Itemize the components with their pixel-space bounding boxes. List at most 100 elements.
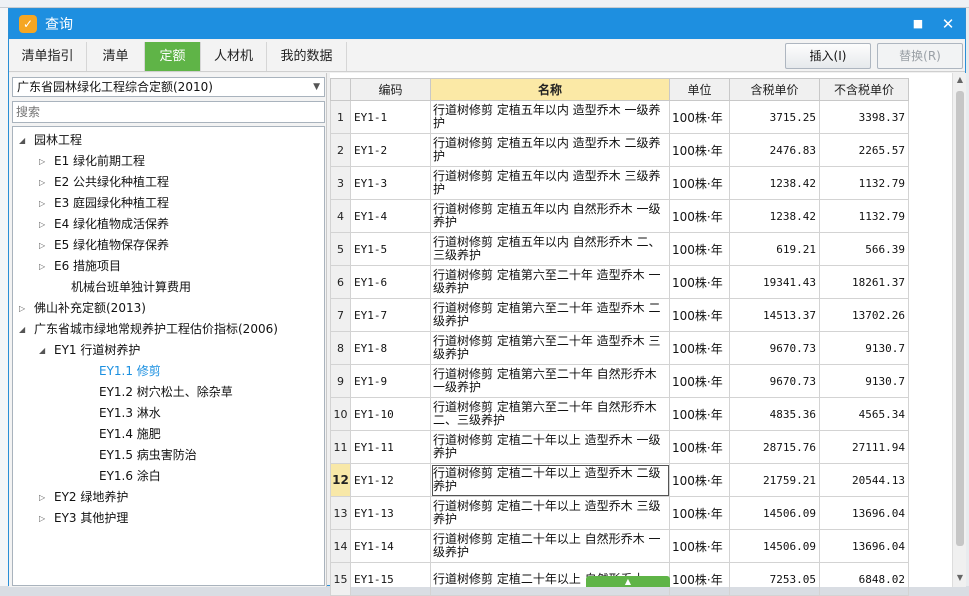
row-number-cell[interactable]: 5: [330, 232, 351, 266]
tax-price-cell[interactable]: 28715.76: [729, 430, 820, 464]
tax-price-cell[interactable]: 4835.36: [729, 397, 820, 431]
notax-price-cell[interactable]: 9130.7: [819, 331, 909, 365]
unit-cell[interactable]: 100株·年: [669, 430, 730, 464]
code-cell[interactable]: EY1-15: [350, 562, 431, 596]
row-number-cell[interactable]: 12: [330, 463, 351, 497]
name-cell[interactable]: 行道树修剪 定植五年以内 造型乔木 一级养护: [430, 100, 670, 134]
code-cell[interactable]: EY1-10: [350, 397, 431, 431]
collapse-arrow-icon[interactable]: ◢: [19, 319, 25, 340]
notax-price-cell[interactable]: 2265.57: [819, 133, 909, 167]
notax-price-cell[interactable]: 27111.94: [819, 430, 909, 464]
notax-price-cell[interactable]: 3398.37: [819, 100, 909, 134]
table-row[interactable]: 13 EY1-13 行道树修剪 定植二十年以上 造型乔木 三级养护 100株·年 145…: [330, 496, 909, 530]
table-row[interactable]: 11 EY1-11 行道树修剪 定植二十年以上 造型乔木 一级养护 100株·年 287…: [330, 430, 909, 464]
unit-cell[interactable]: 100株·年: [669, 265, 730, 299]
row-number-cell[interactable]: 8: [330, 331, 351, 365]
header-unit[interactable]: 单位: [669, 78, 730, 101]
notax-price-cell[interactable]: 13696.04: [819, 496, 909, 530]
tab-list-guide[interactable]: 清单指引: [9, 42, 87, 71]
close-icon[interactable]: ✕: [939, 15, 957, 33]
table-row[interactable]: 5 EY1-5 行道树修剪 定植五年以内 自然形乔木 二、三级养护 100株·年 619…: [330, 232, 909, 266]
tax-price-cell[interactable]: 7253.05: [729, 562, 820, 596]
tab-my-data[interactable]: 我的数据: [267, 42, 347, 71]
scroll-down-icon[interactable]: ▼: [953, 573, 967, 585]
name-cell[interactable]: 行道树修剪 定植第六至二十年 造型乔木 一级养护: [430, 265, 670, 299]
name-cell[interactable]: 行道树修剪 定植第六至二十年 自然形乔木 一级养护: [430, 364, 670, 398]
tax-price-cell[interactable]: 1238.42: [729, 199, 820, 233]
name-cell[interactable]: 行道树修剪 定植第六至二十年 自然形乔木 二、三级养护: [430, 397, 670, 431]
unit-cell[interactable]: 100株·年: [669, 562, 730, 596]
tax-price-cell[interactable]: 9670.73: [729, 364, 820, 398]
dialog-titlebar[interactable]: ✓ 查询 ■ ✕: [9, 9, 965, 39]
grid-scrollbar[interactable]: ▲ ▼: [952, 73, 966, 587]
unit-cell[interactable]: 100株·年: [669, 232, 730, 266]
notax-price-cell[interactable]: 13696.04: [819, 529, 909, 563]
chevron-down-icon[interactable]: ▼: [313, 78, 320, 96]
name-cell[interactable]: 行道树修剪 定植二十年以上 造型乔木 二级养护: [430, 463, 670, 497]
tax-price-cell[interactable]: 2476.83: [729, 133, 820, 167]
notax-price-cell[interactable]: 4565.34: [819, 397, 909, 431]
unit-cell[interactable]: 100株·年: [669, 463, 730, 497]
scroll-up-icon[interactable]: ▲: [953, 75, 967, 87]
name-cell[interactable]: 行道树修剪 定植五年以内 自然形乔木 二、三级养护: [430, 232, 670, 266]
row-number-cell[interactable]: 6: [330, 265, 351, 299]
row-number-cell[interactable]: 11: [330, 430, 351, 464]
tax-price-cell[interactable]: 619.21: [729, 232, 820, 266]
code-cell[interactable]: EY1-2: [350, 133, 431, 167]
notax-price-cell[interactable]: 1132.79: [819, 199, 909, 233]
header-tax-price[interactable]: 含税单价: [729, 78, 820, 101]
code-cell[interactable]: EY1-5: [350, 232, 431, 266]
table-row[interactable]: 10 EY1-10 行道树修剪 定植第六至二十年 自然形乔木 二、三级养护 100株·…: [330, 397, 909, 431]
unit-cell[interactable]: 100株·年: [669, 496, 730, 530]
row-number-cell[interactable]: 4: [330, 199, 351, 233]
header-name[interactable]: 名称: [430, 78, 670, 101]
search-input[interactable]: [12, 101, 325, 123]
tax-price-cell[interactable]: 14513.37: [729, 298, 820, 332]
header-notax-price[interactable]: 不含税单价: [819, 78, 909, 101]
expand-arrow-icon[interactable]: ▷: [39, 193, 45, 214]
expand-arrow-icon[interactable]: ▷: [39, 256, 45, 277]
code-cell[interactable]: EY1-13: [350, 496, 431, 530]
minimize-icon[interactable]: ■: [909, 15, 927, 33]
name-cell[interactable]: 行道树修剪 定植二十年以上 自然形乔木 一级养护: [430, 529, 670, 563]
code-cell[interactable]: EY1-11: [350, 430, 431, 464]
table-row[interactable]: 1 EY1-1 行道树修剪 定植五年以内 造型乔木 一级养护 100株·年 3715.2…: [330, 100, 909, 134]
replace-button[interactable]: 替换(R): [877, 43, 963, 69]
expand-arrow-icon[interactable]: ▷: [39, 172, 45, 193]
unit-cell[interactable]: 100株·年: [669, 166, 730, 200]
row-number-cell[interactable]: 9: [330, 364, 351, 398]
name-cell[interactable]: 行道树修剪 定植第六至二十年 造型乔木 三级养护: [430, 331, 670, 365]
unit-cell[interactable]: 100株·年: [669, 331, 730, 365]
header-code[interactable]: 编码: [350, 78, 431, 101]
notax-price-cell[interactable]: 6848.02: [819, 562, 909, 596]
unit-cell[interactable]: 100株·年: [669, 397, 730, 431]
expand-arrow-icon[interactable]: ▷: [19, 298, 25, 319]
table-row[interactable]: 3 EY1-3 行道树修剪 定植五年以内 造型乔木 三级养护 100株·年 1238.4…: [330, 166, 909, 200]
panel-collapse-handle[interactable]: ▲: [586, 576, 670, 587]
scroll-thumb[interactable]: [956, 91, 964, 546]
collapse-arrow-icon[interactable]: ◢: [39, 340, 45, 361]
unit-cell[interactable]: 100株·年: [669, 133, 730, 167]
library-select[interactable]: 广东省园林绿化工程综合定额(2010) ▼: [12, 77, 325, 97]
tab-quota[interactable]: 定额: [145, 42, 201, 71]
row-number-cell[interactable]: 14: [330, 529, 351, 563]
table-row[interactable]: 9 EY1-9 行道树修剪 定植第六至二十年 自然形乔木 一级养护 100株·年 967…: [330, 364, 909, 398]
code-cell[interactable]: EY1-14: [350, 529, 431, 563]
notax-price-cell[interactable]: 9130.7: [819, 364, 909, 398]
table-row[interactable]: 4 EY1-4 行道树修剪 定植五年以内 自然形乔木 一级养护 100株·年 1238.…: [330, 199, 909, 233]
code-cell[interactable]: EY1-8: [350, 331, 431, 365]
tax-price-cell[interactable]: 3715.25: [729, 100, 820, 134]
name-cell[interactable]: 行道树修剪 定植二十年以上 造型乔木 一级养护: [430, 430, 670, 464]
expand-arrow-icon[interactable]: ▷: [39, 214, 45, 235]
notax-price-cell[interactable]: 13702.26: [819, 298, 909, 332]
name-cell[interactable]: 行道树修剪 定植第六至二十年 造型乔木 二级养护: [430, 298, 670, 332]
name-cell[interactable]: 行道树修剪 定植五年以内 自然形乔木 一级养护: [430, 199, 670, 233]
insert-button[interactable]: 插入(I): [785, 43, 871, 69]
collapse-arrow-icon[interactable]: ◢: [19, 130, 25, 151]
code-cell[interactable]: EY1-3: [350, 166, 431, 200]
table-row[interactable]: 14 EY1-14 行道树修剪 定植二十年以上 自然形乔木 一级养护 100株·年 14…: [330, 529, 909, 563]
table-row[interactable]: 7 EY1-7 行道树修剪 定植第六至二十年 造型乔木 二级养护 100株·年 1451…: [330, 298, 909, 332]
table-row[interactable]: 8 EY1-8 行道树修剪 定植第六至二十年 造型乔木 三级养护 100株·年 9670…: [330, 331, 909, 365]
code-cell[interactable]: EY1-6: [350, 265, 431, 299]
name-cell[interactable]: 行道树修剪 定植二十年以上 造型乔木 三级养护: [430, 496, 670, 530]
